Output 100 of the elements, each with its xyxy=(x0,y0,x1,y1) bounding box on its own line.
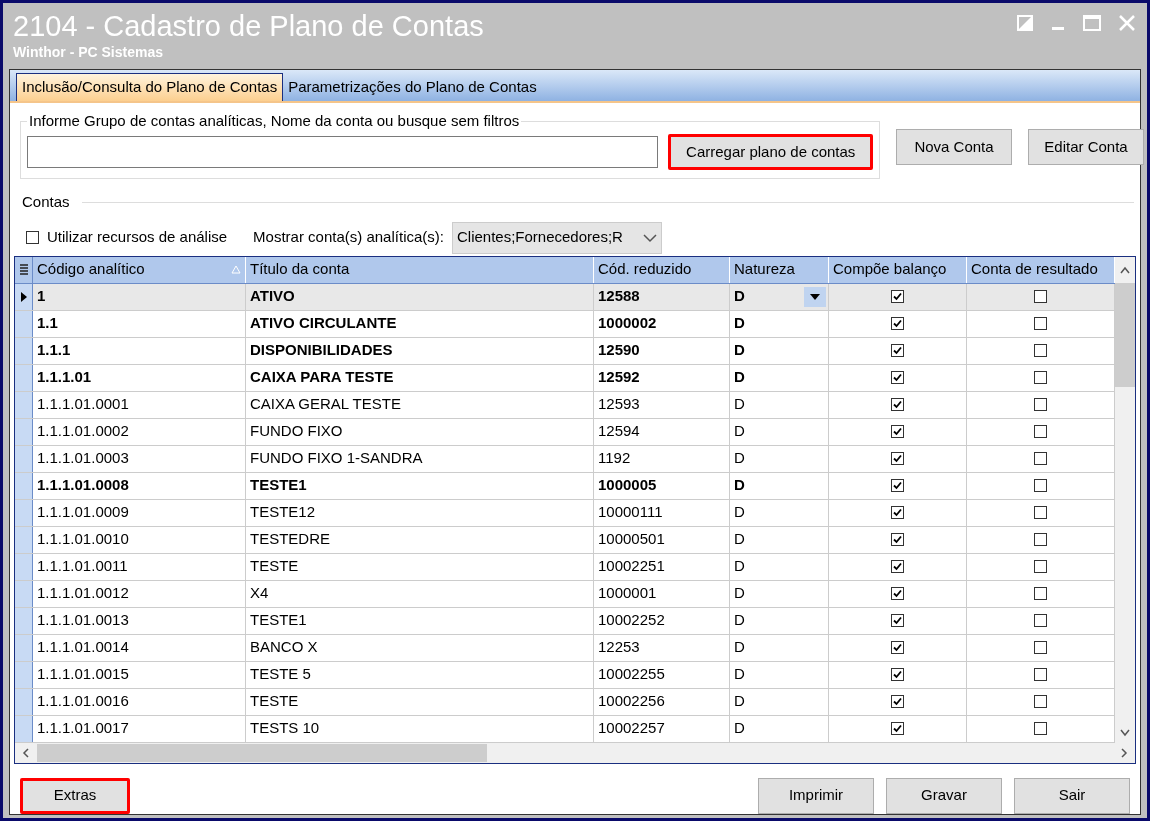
table-cell: 12253 xyxy=(594,634,730,661)
window-title: 2104 - Cadastro de Plano de Contas xyxy=(13,9,484,43)
table-row[interactable]: 1.1.1.01.0011 TESTE 10002251 D xyxy=(15,553,1115,581)
checkbox[interactable] xyxy=(1034,452,1047,465)
column-header[interactable]: Cód. reduzido xyxy=(594,256,730,283)
checkbox[interactable] xyxy=(1034,533,1047,546)
button[interactable]: Carregar plano de contas xyxy=(668,134,873,170)
checkbox[interactable] xyxy=(1034,398,1047,411)
table-cell: 10002256 xyxy=(594,688,730,715)
row-indicator[interactable] xyxy=(15,283,33,310)
checked-checkbox[interactable] xyxy=(891,290,904,303)
scroll-left-icon[interactable] xyxy=(21,746,31,759)
caret-down-icon xyxy=(810,293,820,300)
table-cell: 1192 xyxy=(594,445,730,472)
button[interactable]: Gravar xyxy=(886,777,1002,814)
table-row[interactable]: 1.1.1.01.0003 FUNDO FIXO 1-SANDRA 1192 D xyxy=(15,445,1115,473)
column-header[interactable]: Compõe balanço xyxy=(829,256,967,283)
filter-dropdown[interactable]: Clientes;Fornecedores;R xyxy=(451,221,662,254)
column-header[interactable]: Natureza xyxy=(730,256,829,283)
scroll-right-icon[interactable] xyxy=(1119,746,1129,759)
table-row[interactable]: 1.1.1.01 CAIXA PARA TESTE 12592 D xyxy=(15,364,1115,392)
table-cell: 1.1 xyxy=(33,310,246,337)
table-cell: 1.1.1.01.0003 xyxy=(33,445,246,472)
table-cell: 1.1.1 xyxy=(33,337,246,364)
table-row[interactable]: 1.1.1.01.0010 TESTEDRE 10000501 D xyxy=(15,526,1115,554)
checked-checkbox[interactable] xyxy=(891,641,904,654)
checkbox[interactable] xyxy=(1034,668,1047,681)
column-header[interactable]: Código analítico xyxy=(33,256,246,283)
table-row[interactable]: 1.1.1.01.0013 TESTE1 10002252 D xyxy=(15,607,1115,635)
checkbox[interactable] xyxy=(1034,695,1047,708)
checked-checkbox[interactable] xyxy=(891,506,904,519)
table-row[interactable]: 1.1.1.01.0009 TESTE12 10000111 D xyxy=(15,499,1115,527)
checked-checkbox[interactable] xyxy=(891,695,904,708)
checkbox[interactable] xyxy=(1034,425,1047,438)
checked-checkbox[interactable] xyxy=(891,398,904,411)
checked-checkbox[interactable] xyxy=(891,479,904,492)
table-row[interactable]: 1.1.1.01.0017 TESTS 10 10002257 D xyxy=(15,715,1115,743)
table-row[interactable]: 1.1.1.01.0012 X4 1000001 D xyxy=(15,580,1115,608)
table-cell: 12593 xyxy=(594,391,730,418)
column-chooser-icon[interactable] xyxy=(18,262,29,277)
checked-checkbox[interactable] xyxy=(891,722,904,735)
window-subtitle: Winthor - PC Sistemas xyxy=(13,43,164,61)
table-row[interactable]: 1.1.1.01.0008 TESTE1 1000005 D xyxy=(15,472,1115,500)
checkbox[interactable] xyxy=(1034,290,1047,303)
checkbox[interactable] xyxy=(1034,506,1047,519)
table-cell: 1.1.1.01.0016 xyxy=(33,688,246,715)
checked-checkbox[interactable] xyxy=(891,533,904,546)
checkbox[interactable] xyxy=(1034,641,1047,654)
checkbox[interactable] xyxy=(1034,317,1047,330)
table-cell: 1.1.1.01 xyxy=(33,364,246,391)
dropdown-button[interactable] xyxy=(804,286,826,307)
button[interactable]: Sair xyxy=(1014,777,1130,814)
checkbox[interactable] xyxy=(1034,371,1047,384)
table-cell: 1000002 xyxy=(594,310,730,337)
table-cell: 1 xyxy=(33,283,246,310)
table-cell: D xyxy=(730,607,829,634)
checked-checkbox[interactable] xyxy=(891,344,904,357)
checked-checkbox[interactable] xyxy=(891,317,904,330)
table-cell: TESTEDRE xyxy=(246,526,594,553)
checkbox[interactable] xyxy=(1034,479,1047,492)
checked-checkbox[interactable] xyxy=(891,587,904,600)
search-label: Informe Grupo de contas analíticas, Nome da conta ou busque sem filtros xyxy=(27,112,522,130)
checkbox-label: Utilizar recursos de análise xyxy=(47,227,228,248)
column-header[interactable]: Título da conta xyxy=(246,256,594,283)
table-cell: 12592 xyxy=(594,364,730,391)
checkbox[interactable] xyxy=(26,231,39,244)
table-cell: TESTE1 xyxy=(246,472,594,499)
search-field[interactable] xyxy=(27,136,659,168)
checkbox[interactable] xyxy=(1034,614,1047,627)
checked-checkbox[interactable] xyxy=(891,614,904,627)
tab[interactable]: Inclusão/Consulta do Plano de Contas xyxy=(16,73,284,101)
checked-checkbox[interactable] xyxy=(891,425,904,438)
table-cell: 10000501 xyxy=(594,526,730,553)
table-row[interactable]: 1.1.1.01.0016 TESTE 10002256 D xyxy=(15,688,1115,716)
scroll-thumb[interactable] xyxy=(37,743,487,762)
checked-checkbox[interactable] xyxy=(891,668,904,681)
table-row[interactable]: 1.1.1 DISPONIBILIDADES 12590 D xyxy=(15,337,1115,365)
button[interactable]: Imprimir xyxy=(758,777,874,814)
scroll-thumb[interactable] xyxy=(1115,282,1135,387)
table-row[interactable]: 1.1.1.01.0002 FUNDO FIXO 12594 D xyxy=(15,418,1115,446)
table-cell: 1.1.1.01.0010 xyxy=(33,526,246,553)
button[interactable]: Nova Conta xyxy=(896,129,1012,165)
checkbox[interactable] xyxy=(1034,344,1047,357)
checkbox[interactable] xyxy=(1034,722,1047,735)
table-cell: BANCO X xyxy=(246,634,594,661)
table-row[interactable]: 1.1.1.01.0014 BANCO X 12253 D xyxy=(15,634,1115,662)
button[interactable]: Extras xyxy=(20,777,130,814)
checked-checkbox[interactable] xyxy=(891,560,904,573)
table-row[interactable]: 1.1.1.01.0001 CAIXA GERAL TESTE 12593 D xyxy=(15,391,1115,419)
table-row[interactable]: 1.1.1.01.0015 TESTE 5 10002255 D xyxy=(15,661,1115,689)
table-row[interactable]: 1.1 ATIVO CIRCULANTE 1000002 D xyxy=(15,310,1115,338)
button[interactable]: Editar Conta xyxy=(1028,129,1144,165)
table-cell: 10000111 xyxy=(594,499,730,526)
table-cell: D xyxy=(730,526,829,553)
tab[interactable]: Parametrizações do Plano de Contas xyxy=(283,73,542,101)
checked-checkbox[interactable] xyxy=(891,371,904,384)
table-row[interactable]: 1 ATIVO 12588 D xyxy=(15,283,1115,311)
checked-checkbox[interactable] xyxy=(891,452,904,465)
checkbox[interactable] xyxy=(1034,587,1047,600)
checkbox[interactable] xyxy=(1034,560,1047,573)
